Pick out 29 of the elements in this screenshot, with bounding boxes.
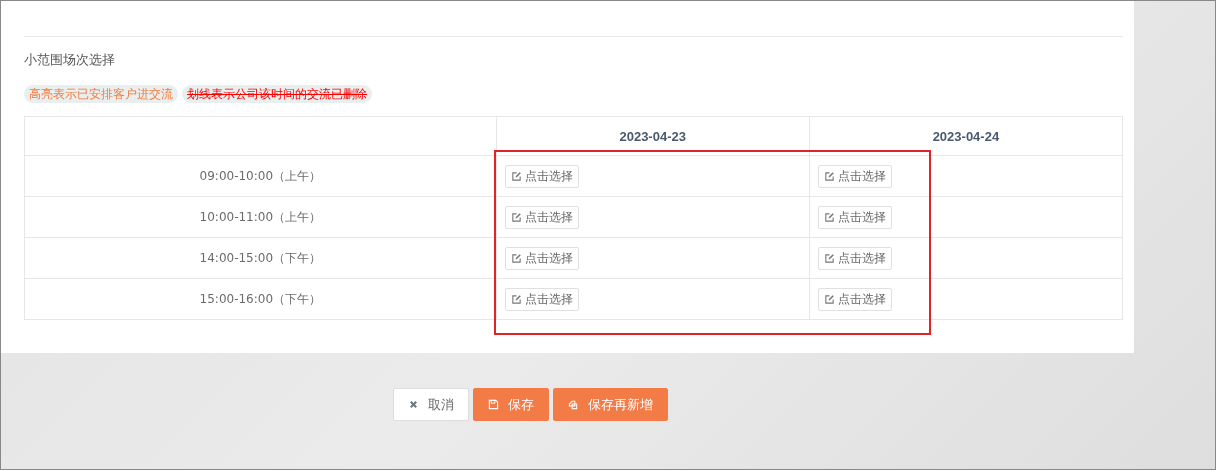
select-button[interactable]: 点击选择: [504, 164, 579, 188]
select-button[interactable]: 点击选择: [504, 246, 579, 270]
time-slot-cell: 10:00-11:00（上午）: [24, 196, 497, 238]
select-button[interactable]: 点击选择: [817, 205, 892, 229]
action-button[interactable]: 取消: [393, 388, 469, 421]
edit-icon: [510, 252, 522, 264]
close-icon: [408, 399, 419, 410]
section-title: 小范围场次选择: [24, 51, 116, 69]
edit-icon: [510, 170, 522, 182]
edit-icon: [823, 252, 835, 264]
legend-tag: 划线表示公司该时间的交流已删除: [182, 85, 372, 103]
select-button[interactable]: 点击选择: [504, 205, 579, 229]
edit-icon: [510, 211, 522, 223]
edit-icon: [823, 211, 835, 223]
column-header: 2023-04-23: [496, 116, 810, 156]
edit-icon: [510, 293, 522, 305]
select-button[interactable]: 点击选择: [817, 246, 892, 270]
time-slot-cell: 15:00-16:00（下午）: [24, 278, 497, 320]
edit-icon: [823, 170, 835, 182]
select-button[interactable]: 点击选择: [504, 287, 579, 311]
column-header: 2023-04-24: [809, 116, 1123, 156]
time-slot-cell: 14:00-15:00（下午）: [24, 237, 497, 279]
legend-tag: 高亮表示已安排客户进交流: [24, 85, 178, 103]
edit-icon: [823, 293, 835, 305]
time-slot-cell: 09:00-10:00（上午）: [24, 155, 497, 197]
select-button[interactable]: 点击选择: [817, 164, 892, 188]
select-button[interactable]: 点击选择: [817, 287, 892, 311]
copy-icon: [568, 399, 579, 410]
floppy-icon: [488, 399, 499, 410]
